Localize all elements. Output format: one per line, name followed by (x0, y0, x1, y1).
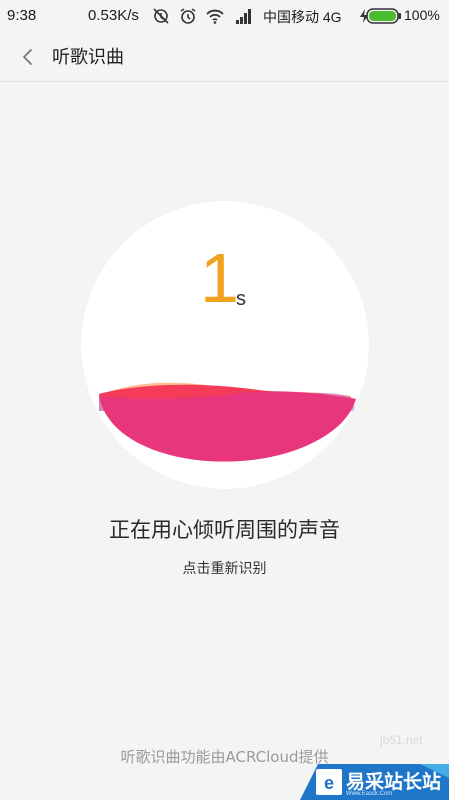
svg-text:e: e (324, 773, 334, 793)
network-speed: 0.53K/s (88, 7, 139, 24)
status-bar: 9:38 0.53K/s 中国移动 4G 100% (0, 0, 449, 32)
signal-icon (236, 9, 251, 24)
app-header: 听歌识曲 (0, 32, 449, 82)
listening-status: 正在用心倾听周围的声音 (109, 518, 340, 542)
back-button[interactable] (14, 42, 42, 72)
battery-icon (366, 8, 401, 24)
chevron-left-icon (23, 49, 32, 65)
countdown-value: 1 (200, 239, 239, 317)
status-time: 9:38 (7, 7, 37, 24)
retry-button[interactable]: 点击重新识别 (0, 558, 449, 578)
watermark-sub: Www.Easck.Com (346, 791, 393, 797)
carrier-label: 中国移动 4G (263, 9, 342, 25)
wifi-icon (206, 9, 224, 24)
watermark-url: jb51.net (380, 733, 423, 747)
battery-percent: 100% (404, 7, 440, 23)
watermark-name: 易采站长站 (346, 771, 442, 793)
page-title: 听歌识曲 (52, 47, 124, 68)
alarm-off-icon (153, 8, 169, 24)
countdown-unit: s (236, 288, 246, 310)
alarm-clock-icon (180, 8, 196, 24)
